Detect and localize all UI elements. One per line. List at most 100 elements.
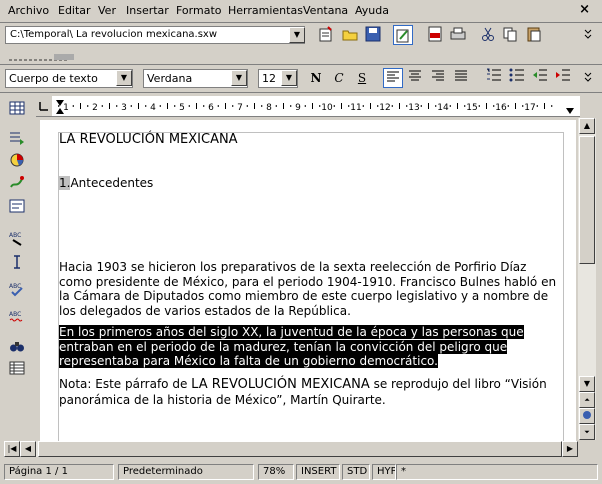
toolbar-separator bbox=[0, 64, 602, 65]
ruler-number: 8 bbox=[266, 103, 272, 113]
form-controls-icon[interactable] bbox=[7, 198, 27, 218]
ruler-number: 17 bbox=[524, 103, 535, 113]
horizontal-scrollbar[interactable]: |◀ ◀ ▶ bbox=[4, 441, 578, 457]
svg-text:ABC: ABC bbox=[9, 311, 21, 318]
vertical-scrollbar[interactable]: ▲ ▼ ⏶ ⏷ bbox=[578, 118, 596, 440]
bold-button[interactable]: N bbox=[306, 68, 326, 88]
insert-chart-icon[interactable] bbox=[7, 152, 27, 172]
close-document-icon[interactable]: × bbox=[579, 2, 590, 17]
menu-ver[interactable]: Ver bbox=[98, 4, 116, 17]
url-field[interactable]: C:\Temporal\ La revolucion mexicana.sxw bbox=[5, 26, 305, 44]
ruler-number: 4 bbox=[150, 103, 156, 113]
menu-herramientas[interactable]: Herramientas bbox=[228, 4, 303, 17]
toolbar-options-icon[interactable] bbox=[578, 25, 598, 45]
ruler-number: 7 bbox=[237, 103, 243, 113]
heading-number: 1. bbox=[59, 176, 71, 190]
insert-field-icon[interactable] bbox=[7, 130, 27, 150]
align-left-icon[interactable] bbox=[383, 68, 403, 88]
format-toolbar-options-icon[interactable] bbox=[578, 68, 598, 88]
ruler-number: 12 bbox=[379, 103, 390, 113]
status-insert-mode[interactable]: INSERT bbox=[296, 464, 340, 480]
ruler-number: 14 bbox=[437, 103, 449, 113]
autocomplete-icon[interactable]: ABC bbox=[7, 230, 27, 250]
status-hyperlink-mode[interactable]: HYP bbox=[372, 464, 396, 480]
ruler-number: 15 bbox=[466, 103, 477, 113]
font-name-dropdown[interactable]: ▼ bbox=[231, 70, 247, 86]
next-page-button[interactable]: ⏷ bbox=[579, 424, 595, 440]
format-separator bbox=[0, 92, 602, 93]
print-icon[interactable] bbox=[448, 25, 468, 45]
document-title: LA REVOLUCIÓN MEXICANA bbox=[59, 132, 238, 147]
url-dropdown-button[interactable]: ▼ bbox=[289, 27, 305, 43]
ruler-number: 6 bbox=[208, 103, 214, 113]
open-folder-icon[interactable] bbox=[340, 25, 360, 45]
previous-page-button[interactable]: ⏶ bbox=[579, 392, 595, 408]
spellcheck-icon[interactable]: ABC bbox=[7, 282, 27, 302]
menu-archivo[interactable]: Archivo bbox=[8, 4, 49, 17]
status-page[interactable]: Página 1 / 1 bbox=[4, 464, 114, 480]
note-title: LA REVOLUCIÓN MEXICANA bbox=[191, 377, 370, 392]
navigation-icon[interactable] bbox=[579, 408, 595, 424]
insert-table-icon[interactable] bbox=[7, 100, 27, 120]
status-selection-mode[interactable]: STD bbox=[342, 464, 370, 480]
heading-text: Antecedentes bbox=[70, 176, 154, 190]
numbering-icon[interactable] bbox=[484, 68, 504, 88]
menu-editar[interactable]: Editar bbox=[58, 4, 91, 17]
find-replace-icon[interactable] bbox=[7, 338, 27, 358]
svg-text:ABC: ABC bbox=[9, 283, 21, 290]
scroll-first-button[interactable]: |◀ bbox=[4, 441, 20, 457]
menu-insertar[interactable]: Insertar bbox=[126, 4, 169, 17]
font-size-dropdown[interactable]: ▼ bbox=[281, 70, 297, 86]
auto-spellcheck-icon[interactable]: ABC bbox=[7, 308, 27, 328]
ruler-number: 1 bbox=[63, 103, 69, 113]
paragraph-style-select[interactable]: Cuerpo de texto bbox=[5, 69, 133, 88]
ruler-number: 3 bbox=[121, 103, 127, 113]
scroll-down-button[interactable]: ▼ bbox=[579, 376, 595, 392]
paragraph-style-dropdown[interactable]: ▼ bbox=[116, 70, 132, 86]
menu-ventana[interactable]: Ventana bbox=[303, 4, 348, 17]
data-sources-icon[interactable] bbox=[7, 360, 27, 380]
horizontal-ruler[interactable]: 1 2 3 4 5 6 7 8 9 10 11 12 13 14 15 16 17 bbox=[36, 96, 580, 117]
ruler-number: 9 bbox=[295, 103, 301, 113]
scroll-up-button[interactable]: ▲ bbox=[579, 118, 595, 134]
increase-indent-icon[interactable] bbox=[553, 68, 573, 88]
ruler-number: 10 bbox=[321, 103, 333, 113]
hyperlink-bar bbox=[4, 52, 94, 62]
main-toolbar: ABC ABC ABC bbox=[4, 96, 30, 440]
status-modified: * bbox=[396, 464, 598, 480]
selected-text: En los primeros años del siglo XX, la ju… bbox=[59, 325, 524, 368]
justify-icon[interactable] bbox=[451, 68, 471, 88]
bullets-icon[interactable] bbox=[507, 68, 527, 88]
align-center-icon[interactable] bbox=[405, 68, 425, 88]
decrease-indent-icon[interactable] bbox=[530, 68, 550, 88]
menu-separator bbox=[0, 22, 602, 23]
scroll-right-button[interactable]: ▶ bbox=[562, 441, 578, 457]
underline-button[interactable]: S bbox=[352, 68, 372, 88]
document-page[interactable]: LA REVOLUCIÓN MEXICANA 1.Antecedentes Ha… bbox=[40, 120, 576, 453]
horizontal-scroll-thumb[interactable] bbox=[38, 441, 562, 457]
export-pdf-icon[interactable] bbox=[425, 25, 445, 45]
status-page-style[interactable]: Predeterminado bbox=[118, 464, 254, 480]
scroll-thumb[interactable] bbox=[579, 136, 595, 264]
edit-file-icon[interactable] bbox=[316, 25, 336, 45]
ruler-number: 11 bbox=[350, 103, 361, 113]
ruler-ticks: 1 2 3 4 5 6 7 8 9 10 11 12 13 14 15 16 17 bbox=[36, 96, 574, 116]
paragraph-1: Hacia 1903 se hicieron los preparativos … bbox=[59, 260, 557, 318]
status-zoom[interactable]: 78% bbox=[258, 464, 294, 480]
italic-button[interactable]: C bbox=[329, 68, 349, 88]
copy-icon[interactable] bbox=[500, 25, 520, 45]
paste-icon[interactable] bbox=[524, 25, 544, 45]
ruler-number: 5 bbox=[179, 103, 185, 113]
save-icon[interactable] bbox=[363, 25, 383, 45]
scroll-left-button[interactable]: ◀ bbox=[20, 441, 36, 457]
paragraph-2-selected: En los primeros años del siglo XX, la ju… bbox=[59, 325, 560, 369]
menu-ayuda[interactable]: Ayuda bbox=[355, 4, 389, 17]
align-right-icon[interactable] bbox=[428, 68, 448, 88]
edit-mode-icon[interactable] bbox=[393, 25, 413, 45]
menu-formato[interactable]: Formato bbox=[176, 4, 222, 17]
ruler-number: 13 bbox=[408, 103, 419, 113]
text-cursor-icon[interactable] bbox=[7, 254, 27, 274]
cut-icon[interactable] bbox=[478, 25, 498, 45]
paragraph-3: Nota: Este párrafo de LA REVOLUCIÓN MEXI… bbox=[59, 377, 560, 407]
insert-draw-icon[interactable] bbox=[7, 174, 27, 194]
